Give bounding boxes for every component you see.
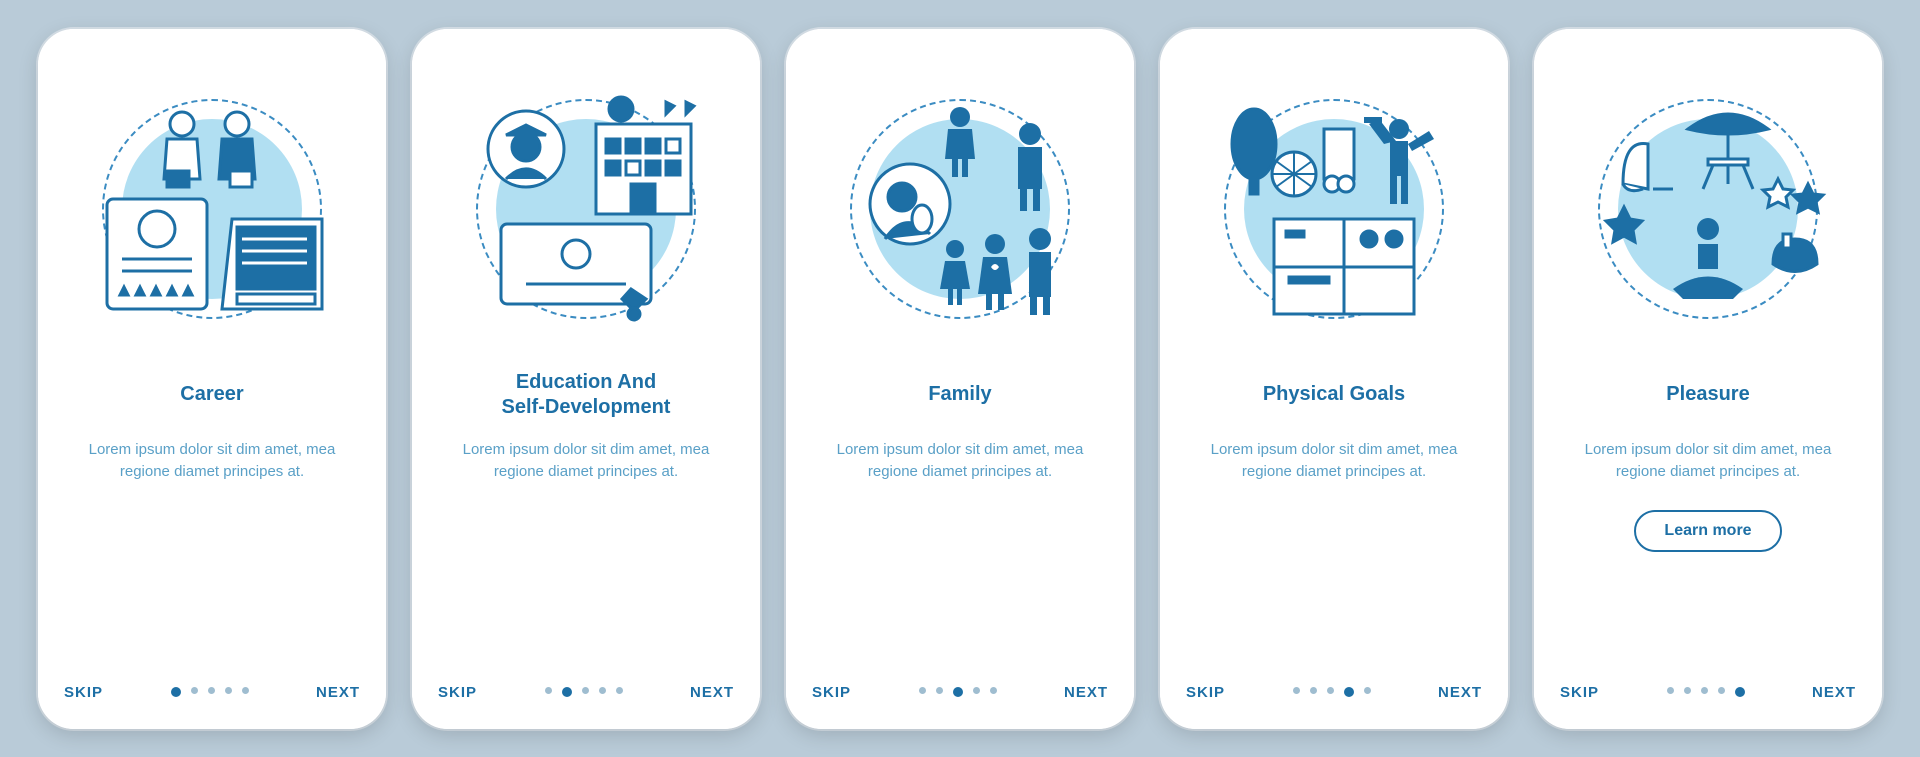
dot — [1327, 687, 1334, 694]
career-illustration — [72, 79, 352, 339]
onboarding-phone-education: Education And Self-Development Lorem ips… — [412, 29, 760, 729]
page-indicator — [171, 687, 249, 697]
skip-button[interactable]: SKIP — [1560, 684, 1599, 701]
screen-title: Education And Self-Development — [492, 369, 681, 421]
screen-description: Lorem ipsum dolor sit dim amet, mea regi… — [60, 439, 364, 484]
dot — [1293, 687, 1300, 694]
next-button[interactable]: NEXT — [1438, 684, 1482, 701]
screen-title: Career — [170, 369, 253, 421]
screen-description: Lorem ipsum dolor sit dim amet, mea regi… — [434, 439, 738, 484]
page-indicator — [1667, 687, 1745, 697]
dot — [1344, 687, 1354, 697]
page-indicator — [919, 687, 997, 697]
next-button[interactable]: NEXT — [690, 684, 734, 701]
skip-button[interactable]: SKIP — [438, 684, 477, 701]
learn-more-button[interactable]: Learn more — [1634, 510, 1781, 552]
dot — [582, 687, 589, 694]
dot — [953, 687, 963, 697]
dot — [973, 687, 980, 694]
page-indicator — [545, 687, 623, 697]
onboarding-phone-pleasure: Pleasure Lorem ipsum dolor sit dim amet,… — [1534, 29, 1882, 729]
education-icon — [456, 89, 716, 329]
nav-row: SKIP NEXT — [60, 672, 364, 709]
screen-description: Lorem ipsum dolor sit dim amet, mea regi… — [808, 439, 1112, 484]
skip-button[interactable]: SKIP — [64, 684, 103, 701]
phone-screen: Pleasure Lorem ipsum dolor sit dim amet,… — [1556, 59, 1860, 672]
dot — [1364, 687, 1371, 694]
dot — [1684, 687, 1691, 694]
education-illustration — [446, 79, 726, 339]
dot — [1718, 687, 1725, 694]
next-button[interactable]: NEXT — [1064, 684, 1108, 701]
pleasure-icon — [1578, 89, 1838, 329]
career-icon — [82, 89, 342, 329]
next-button[interactable]: NEXT — [316, 684, 360, 701]
pleasure-illustration — [1568, 79, 1848, 339]
dot — [545, 687, 552, 694]
phone-screen: Family Lorem ipsum dolor sit dim amet, m… — [808, 59, 1112, 672]
onboarding-phone-family: Family Lorem ipsum dolor sit dim amet, m… — [786, 29, 1134, 729]
skip-button[interactable]: SKIP — [1186, 684, 1225, 701]
dot — [562, 687, 572, 697]
dot — [1735, 687, 1745, 697]
family-icon — [830, 89, 1090, 329]
nav-row: SKIP NEXT — [808, 672, 1112, 709]
onboarding-phone-fitness: Physical Goals Lorem ipsum dolor sit dim… — [1160, 29, 1508, 729]
dot — [171, 687, 181, 697]
onboarding-phone-career: Career Lorem ipsum dolor sit dim amet, m… — [38, 29, 386, 729]
phone-screen: Education And Self-Development Lorem ips… — [434, 59, 738, 672]
skip-button[interactable]: SKIP — [812, 684, 851, 701]
next-button[interactable]: NEXT — [1812, 684, 1856, 701]
nav-row: SKIP NEXT — [434, 672, 738, 709]
family-illustration — [820, 79, 1100, 339]
phone-screen: Career Lorem ipsum dolor sit dim amet, m… — [60, 59, 364, 672]
dot — [616, 687, 623, 694]
dot — [599, 687, 606, 694]
screen-description: Lorem ipsum dolor sit dim amet, mea regi… — [1182, 439, 1486, 484]
dot — [225, 687, 232, 694]
phone-screen: Physical Goals Lorem ipsum dolor sit dim… — [1182, 59, 1486, 672]
screen-title: Family — [918, 369, 1001, 421]
page-indicator — [1293, 687, 1371, 697]
screen-title: Physical Goals — [1253, 369, 1415, 421]
nav-row: SKIP NEXT — [1556, 672, 1860, 709]
fitness-illustration — [1194, 79, 1474, 339]
dot — [208, 687, 215, 694]
dot — [990, 687, 997, 694]
dot — [1310, 687, 1317, 694]
screen-description: Lorem ipsum dolor sit dim amet, mea regi… — [1556, 439, 1860, 484]
fitness-icon — [1204, 89, 1464, 329]
dot — [936, 687, 943, 694]
dot — [1667, 687, 1674, 694]
dot — [1701, 687, 1708, 694]
screen-title: Pleasure — [1656, 369, 1759, 421]
dot — [242, 687, 249, 694]
dot — [191, 687, 198, 694]
dot — [919, 687, 926, 694]
nav-row: SKIP NEXT — [1182, 672, 1486, 709]
